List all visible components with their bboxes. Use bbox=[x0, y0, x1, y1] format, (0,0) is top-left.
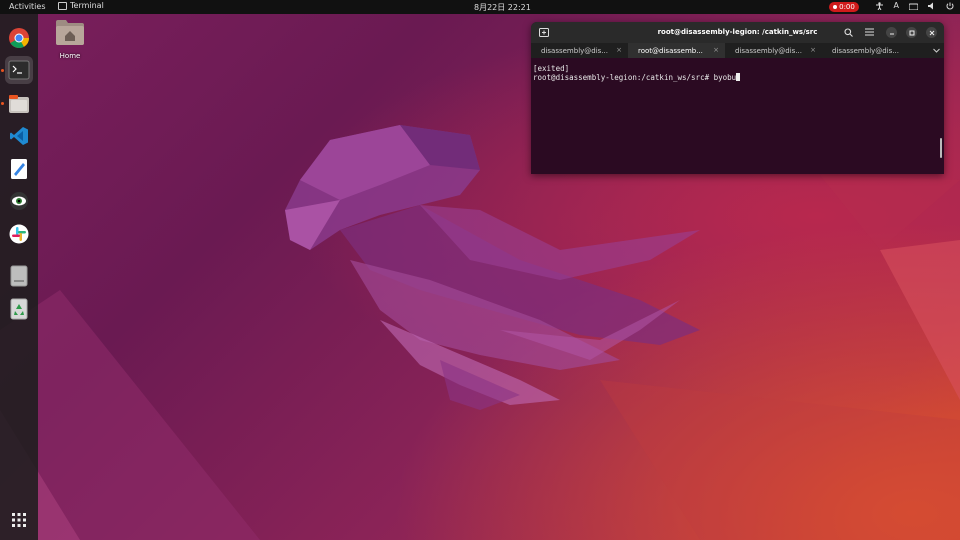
vscode-icon bbox=[10, 127, 28, 145]
running-indicator bbox=[1, 102, 4, 105]
terminal-output[interactable]: [exited] root@disassembly-legion:/catkin… bbox=[531, 58, 944, 174]
clock[interactable]: 8月22日 22:21 bbox=[474, 2, 531, 13]
terminal-tab-active[interactable]: root@disassemb... × bbox=[628, 43, 725, 58]
slack-icon bbox=[9, 224, 29, 244]
home-folder-icon bbox=[56, 20, 84, 45]
dock-terminal[interactable] bbox=[5, 56, 33, 84]
dock-slack[interactable] bbox=[5, 220, 33, 248]
chrome-icon bbox=[9, 28, 30, 49]
close-icon bbox=[929, 30, 934, 35]
terminal-line: root@disassembly-legion:/catkin_ws/src# … bbox=[533, 73, 737, 82]
accessibility-icon bbox=[875, 1, 883, 10]
terminal-tab-label: disassembly@dis... bbox=[832, 47, 899, 55]
terminal-tab[interactable]: disassembly@dis... bbox=[822, 43, 922, 58]
terminal-tab-label: root@disassemb... bbox=[638, 47, 703, 55]
tab-close-icon[interactable]: × bbox=[810, 46, 816, 54]
volume-icon bbox=[928, 2, 933, 9]
app-menu-label: Terminal bbox=[70, 1, 104, 10]
terminal-title: root@disassembly-legion: /catkin_ws/src bbox=[657, 28, 818, 36]
terminal-tab[interactable]: disassembly@dis... × bbox=[531, 43, 628, 58]
files-icon bbox=[9, 95, 29, 113]
search-button[interactable] bbox=[842, 26, 854, 38]
dock-disk[interactable] bbox=[5, 262, 33, 290]
dock bbox=[0, 14, 38, 540]
dock-eye-app[interactable] bbox=[5, 187, 33, 215]
network-icon bbox=[909, 3, 918, 10]
screen-recording-indicator[interactable]: 0:00 bbox=[829, 2, 859, 12]
hamburger-menu-icon bbox=[864, 28, 874, 36]
terminal-tab-label: disassembly@dis... bbox=[541, 47, 608, 55]
tab-close-icon[interactable]: × bbox=[713, 46, 719, 54]
recording-time: 0:00 bbox=[839, 3, 855, 11]
desktop-home-folder[interactable]: Home bbox=[55, 18, 85, 60]
system-status-area[interactable]: A bbox=[875, 1, 954, 10]
top-bar: Activities Terminal 8月22日 22:21 0:00 A bbox=[0, 0, 960, 14]
terminal-tab-label: disassembly@dis... bbox=[735, 47, 802, 55]
terminal-line: [exited] bbox=[533, 64, 570, 73]
maximize-button[interactable] bbox=[906, 27, 917, 38]
minimize-icon bbox=[889, 33, 894, 34]
dock-vscode[interactable] bbox=[5, 122, 33, 150]
maximize-icon bbox=[909, 30, 914, 35]
terminal-tab-bar: disassembly@dis... × root@disassemb... ×… bbox=[531, 43, 944, 58]
power-icon bbox=[946, 2, 954, 9]
chevron-down-icon bbox=[933, 48, 940, 53]
terminal-tab[interactable]: disassembly@dis... × bbox=[725, 43, 822, 58]
terminal-prompt-line: root@disassembly-legion:/catkin_ws/src# … bbox=[533, 73, 942, 82]
terminal-scrollbar[interactable] bbox=[940, 138, 942, 158]
activities-button[interactable]: Activities bbox=[9, 2, 46, 11]
terminal-icon bbox=[58, 1, 67, 10]
desktop-home-label: Home bbox=[59, 52, 81, 60]
minimize-button[interactable] bbox=[886, 27, 897, 38]
terminal-icon bbox=[8, 60, 30, 80]
app-grid-icon bbox=[12, 513, 26, 527]
tabs-overflow-button[interactable] bbox=[933, 47, 940, 55]
terminal-titlebar[interactable]: root@disassembly-legion: /catkin_ws/src bbox=[531, 22, 944, 43]
text-cursor bbox=[736, 73, 741, 81]
menu-button[interactable] bbox=[863, 26, 875, 38]
dock-files[interactable] bbox=[5, 90, 33, 118]
eye-app-icon bbox=[10, 192, 28, 210]
text-editor-icon bbox=[11, 159, 27, 179]
dock-trash[interactable] bbox=[5, 295, 33, 323]
show-applications-button[interactable] bbox=[5, 506, 33, 534]
terminal-window[interactable]: root@disassembly-legion: /catkin_ws/src … bbox=[531, 22, 944, 174]
input-method-indicator[interactable]: A bbox=[894, 1, 899, 10]
record-dot-icon bbox=[833, 5, 838, 9]
trash-icon bbox=[10, 298, 28, 320]
dock-text-editor[interactable] bbox=[5, 155, 33, 183]
running-indicator bbox=[1, 69, 4, 72]
app-menu[interactable]: Terminal bbox=[58, 1, 104, 10]
tab-close-icon[interactable]: × bbox=[616, 46, 622, 54]
search-icon bbox=[843, 27, 853, 37]
close-button[interactable] bbox=[926, 27, 937, 38]
disk-icon bbox=[10, 265, 28, 287]
dock-chrome[interactable] bbox=[5, 24, 33, 52]
